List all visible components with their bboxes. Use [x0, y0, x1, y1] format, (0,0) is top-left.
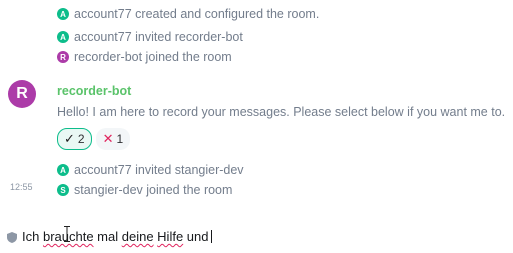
input-text: und [183, 229, 209, 244]
timeline-event: A account77 invited stangier-dev [57, 162, 244, 178]
mouse-ibeam-cursor-icon [64, 226, 70, 242]
shield-icon[interactable] [7, 232, 17, 243]
reaction-check[interactable]: ✓ 2 [57, 128, 92, 150]
avatar[interactable]: R [57, 51, 69, 63]
misspelled-word: deine [121, 229, 154, 244]
event-text: account77 invited stangier-dev [74, 163, 244, 177]
event-text: account77 invited recorder-bot [74, 30, 243, 44]
timeline-event: S stangier-dev joined the room [57, 182, 232, 198]
input-text: mal [93, 229, 122, 244]
input-text: Ich [22, 229, 43, 244]
reaction-count: 2 [77, 132, 85, 146]
text-caret [210, 230, 212, 243]
check-mark-icon: ✓ [64, 131, 75, 146]
sender-avatar[interactable]: R [8, 80, 36, 108]
sender-name[interactable]: recorder-bot [57, 84, 131, 98]
misspelled-word: Hilfe [157, 229, 184, 244]
timeline-event: A account77 created and configured the r… [57, 6, 319, 22]
message-input[interactable]: Ich brauchte mal deine Hilfe und [22, 229, 212, 244]
timeline-event: R recorder-bot joined the room [57, 49, 232, 65]
avatar[interactable]: A [57, 164, 69, 176]
avatar[interactable]: S [57, 184, 69, 196]
message-composer: Ich brauchte mal deine Hilfe und [0, 226, 513, 248]
message-body: Hello! I am here to record your messages… [57, 105, 506, 119]
reactions-row: ✓ 2 ✕ 1 [57, 128, 131, 150]
cross-mark-icon: ✕ [102, 131, 114, 146]
event-text: account77 created and configured the roo… [74, 7, 320, 21]
timeline-event: A account77 invited recorder-bot [57, 29, 243, 45]
reaction-count: 1 [116, 132, 124, 146]
avatar[interactable]: A [57, 8, 69, 20]
event-text: recorder-bot joined the room [74, 50, 232, 64]
reaction-cross[interactable]: ✕ 1 [95, 128, 131, 150]
avatar[interactable]: A [57, 31, 69, 43]
event-text: stangier-dev joined the room [74, 183, 233, 197]
timestamp: 12:55 [10, 182, 33, 192]
